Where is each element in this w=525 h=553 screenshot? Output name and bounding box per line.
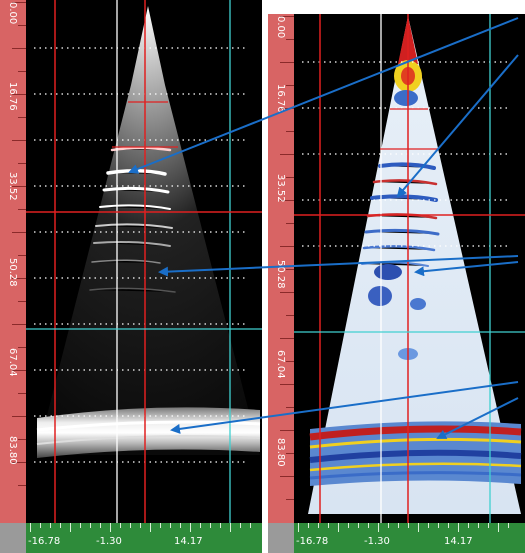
depth-ruler: 0.00 16.76 33.52 50.28 67.04 83.80 xyxy=(268,14,294,523)
depth-label: 67.04 xyxy=(275,350,286,379)
lateral-ruler: -16.78 -1.30 14.17 xyxy=(26,523,262,553)
depth-label: 67.04 xyxy=(7,348,18,377)
depth-label: 83.80 xyxy=(7,436,18,465)
depth-ruler: 0.00 16.76 33.52 50.28 67.04 83.80 xyxy=(0,0,26,523)
lateral-label: -16.78 xyxy=(28,536,61,547)
lateral-label: -1.30 xyxy=(364,536,390,547)
bmode-image-panel: 0.00 16.76 33.52 50.28 67.04 83.80 -16.7… xyxy=(0,0,262,553)
ruler-corner xyxy=(0,523,26,553)
depth-label: 33.52 xyxy=(275,174,286,203)
lateral-label: -16.78 xyxy=(296,536,329,547)
bmode-sector xyxy=(37,6,260,455)
depth-label: 33.52 xyxy=(7,172,18,201)
depth-label: 83.80 xyxy=(275,438,286,467)
lateral-label: 14.17 xyxy=(444,536,473,547)
lateral-label: 14.17 xyxy=(174,536,203,547)
depth-label: 0.00 xyxy=(7,2,18,25)
lateral-ruler: -16.78 -1.30 14.17 xyxy=(294,523,525,553)
color-map-image-panel: 0.00 16.76 33.52 50.28 67.04 83.80 -16.7… xyxy=(268,14,525,553)
color-map-ultrasound-image xyxy=(294,14,525,523)
depth-label: 0.00 xyxy=(275,16,286,39)
depth-label: 50.28 xyxy=(275,260,286,289)
depth-label: 16.76 xyxy=(275,84,286,113)
ruler-corner xyxy=(268,523,294,553)
depth-label: 16.76 xyxy=(7,82,18,111)
depth-label: 50.28 xyxy=(7,258,18,287)
bmode-ultrasound-image xyxy=(26,0,262,523)
lateral-label: -1.30 xyxy=(96,536,122,547)
